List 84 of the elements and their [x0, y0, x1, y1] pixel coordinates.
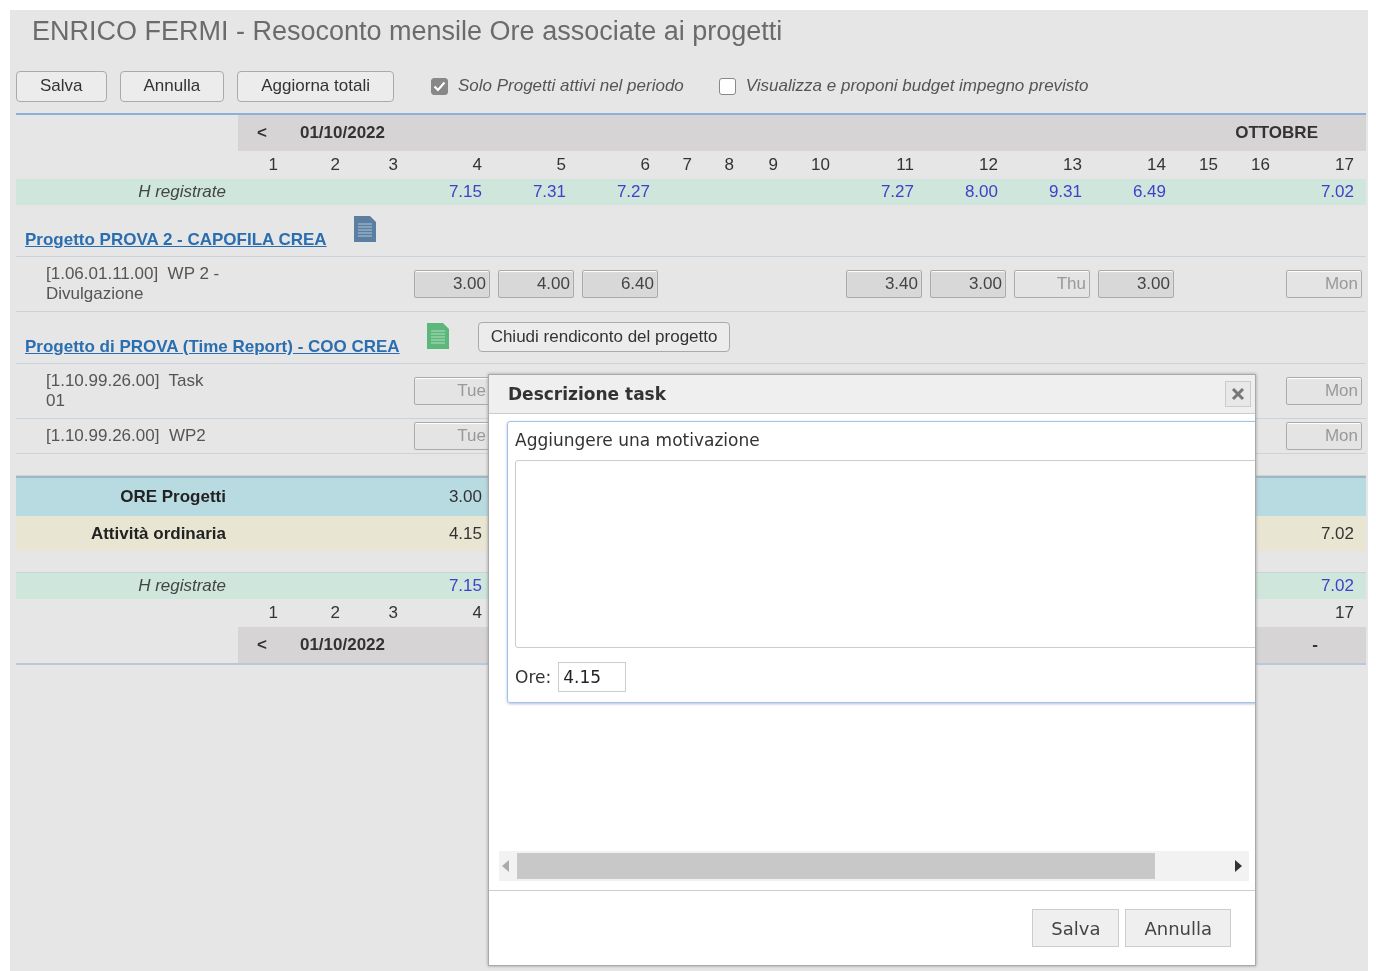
day-number: 1 [267, 155, 279, 175]
hours-field[interactable]: 3.00 [1098, 270, 1174, 298]
month-label: - [1312, 635, 1318, 655]
hours-field[interactable]: Tue [414, 422, 490, 450]
task-label: [1.06.01.11.00] WP 2 - Divulgazione [46, 264, 221, 304]
scrollbar-thumb[interactable] [517, 853, 1155, 879]
dialog-title: Descrizione task [508, 384, 667, 404]
table-cell-text: 7.02 [1319, 523, 1355, 544]
table-cell-text: 7.31 [531, 182, 567, 202]
day-number: 9 [767, 155, 779, 175]
day-number: 14 [1146, 155, 1167, 175]
hours-field[interactable]: 4.00 [498, 270, 574, 298]
hours-field[interactable]: 4.15 [558, 662, 627, 692]
table-cell-text: 7.15 [447, 576, 483, 596]
row-label: H registrate [137, 576, 227, 596]
day-number: 4 [471, 155, 483, 175]
hours-field[interactable]: 3.00 [414, 270, 490, 298]
checkbox[interactable] [718, 77, 736, 95]
reason-field[interactable] [515, 460, 1255, 648]
day-number: 13 [1062, 155, 1083, 175]
day-number: 8 [723, 155, 735, 175]
dialog-button[interactable]: Salva [1032, 909, 1120, 947]
day-number: 16 [1250, 155, 1271, 175]
period-date: 01/10/2022 [299, 635, 386, 655]
reason-label: Aggiungere una motivazione [515, 430, 761, 450]
project-link[interactable]: Progetto di PROVA (Time Report) - COO CREA [25, 337, 400, 357]
checkbox-label: Visualizza e proponi budget impegno previsto [745, 76, 1089, 96]
period-date: 01/10/2022 [299, 123, 386, 143]
day-number: 10 [810, 155, 831, 175]
project-link[interactable]: Progetto PROVA 2 - CAPOFILA CREA [25, 230, 327, 250]
task-label: [1.10.99.26.00] WP2 [46, 426, 207, 446]
page-title: ENRICO FERMI - Resoconto mensile Ore associate ai progetti [31, 15, 784, 48]
day-number: 11 [895, 155, 915, 175]
previous-link[interactable]: < [257, 123, 267, 143]
document-icon[interactable] [425, 322, 450, 350]
toolbar-button[interactable]: Annulla [119, 70, 225, 102]
table-cell-text: 7.27 [879, 182, 915, 202]
row-label: Attività ordinaria [89, 523, 227, 544]
row-label: ORE Progetti [119, 487, 227, 507]
hours-field[interactable]: 3.00 [930, 270, 1006, 298]
day-number: 1 [267, 603, 279, 623]
table-cell-text: 4.15 [447, 523, 483, 544]
day-number: 3 [387, 603, 399, 623]
day-number: 2 [329, 603, 341, 623]
day-number: 2 [329, 155, 341, 175]
table-cell-text: 7.27 [615, 182, 651, 202]
dialog-button[interactable]: Annulla [1125, 909, 1231, 947]
hours-field[interactable]: Tue [414, 377, 490, 405]
day-number: 12 [978, 155, 999, 175]
hours-field[interactable]: 3.40 [846, 270, 922, 298]
hours-field[interactable]: 6.40 [582, 270, 658, 298]
checkbox[interactable] [430, 77, 448, 95]
hours-field[interactable]: Mon [1286, 377, 1362, 405]
hours-field[interactable]: Mon [1286, 422, 1362, 450]
table-cell-text: 7.15 [447, 182, 483, 202]
month-label: OTTOBRE [1235, 123, 1318, 143]
checkbox-label: Solo Progetti attivi nel periodo [457, 76, 684, 96]
hours-field[interactable]: Thu [1014, 270, 1090, 298]
horizontal-scrollbar[interactable] [499, 851, 1249, 881]
table-cell-text: 7.02 [1319, 182, 1355, 202]
table-cell-text: 6.49 [1131, 182, 1167, 202]
table-cell-text: 9.31 [1047, 182, 1083, 202]
table-cell-text: 3.00 [447, 487, 483, 507]
day-number: 5 [555, 155, 567, 175]
document-icon[interactable] [352, 215, 377, 243]
toolbar-button[interactable]: Salva [16, 70, 107, 102]
task-label: [1.10.99.26.00] Task 01 [46, 371, 205, 411]
table-cell-text: 7.02 [1319, 576, 1355, 596]
close-icon [1231, 387, 1245, 401]
day-number: 17 [1334, 155, 1355, 175]
hours-field[interactable]: Mon [1286, 270, 1362, 298]
table-cell-text: 8.00 [963, 182, 999, 202]
day-number: 17 [1334, 603, 1355, 623]
close-report-button[interactable]: Chiudi rendiconto del progetto [477, 322, 731, 352]
hours-label: Ore: [515, 667, 552, 687]
close-button[interactable] [1225, 381, 1251, 407]
day-number: 3 [387, 155, 399, 175]
day-number: 6 [639, 155, 651, 175]
day-number: 4 [471, 603, 483, 623]
day-number: 7 [681, 155, 693, 175]
row-label: H registrate [137, 182, 227, 202]
previous-link[interactable]: < [257, 635, 267, 655]
toolbar-button[interactable]: Aggiorna totali [237, 70, 394, 102]
day-number: 15 [1198, 155, 1219, 175]
